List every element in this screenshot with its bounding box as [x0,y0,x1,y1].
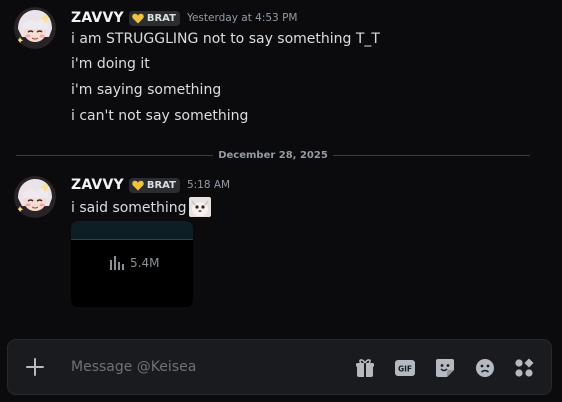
custom-emoji-icon[interactable] [188,197,211,217]
message-input[interactable] [71,354,331,380]
avatar[interactable] [14,176,56,218]
username[interactable]: ZAVVY [71,10,124,26]
plus-icon [26,358,44,376]
heart-badge-icon [132,180,144,191]
timestamp[interactable]: Yesterday at 4:53 PM [187,12,298,24]
avatar[interactable] [14,7,56,49]
message-composer: GIF [7,339,552,395]
timestamp[interactable]: 5:18 AM [187,179,230,191]
message-text: i am STRUGGLING not to say something T_T [71,31,380,47]
emoji-button[interactable] [474,357,496,379]
gif-button[interactable]: GIF [394,357,416,379]
sticker-button[interactable] [434,357,456,379]
add-attachment-button[interactable] [24,356,46,378]
media-preview [71,221,193,240]
gift-icon [356,359,374,377]
svg-text:GIF: GIF [398,365,412,374]
divider-line [332,154,531,156]
message-header: ZAVVY BRAT Yesterday at 4:53 PM [71,8,297,28]
sticker-icon [436,359,454,377]
guild-tag-label: BRAT [146,179,176,191]
apps-button[interactable] [513,357,535,379]
message-text: i'm doing it [71,56,150,72]
bar-chart-icon [109,256,125,270]
gif-icon: GIF [395,360,415,376]
message-text: i'm saying something [71,82,222,98]
message-text: i said something [71,200,187,216]
view-count: 5.4M [109,256,159,270]
message-text: i can't not say something [71,108,249,124]
divider-date: December 28, 2025 [218,149,328,161]
gift-button[interactable] [354,357,376,379]
guild-tag[interactable]: BRAT [128,10,180,26]
guild-tag-label: BRAT [146,12,176,24]
guild-tag[interactable]: BRAT [128,177,180,193]
apps-icon [515,358,534,377]
emoji-icon [476,359,494,377]
heart-badge-icon [132,13,144,24]
message-header: ZAVVY BRAT 5:18 AM [71,175,230,195]
view-count-value: 5.4M [130,256,160,270]
username[interactable]: ZAVVY [71,177,124,193]
chat-window: ZAVVY BRAT Yesterday at 4:53 PM i am STR… [0,0,562,402]
date-divider: December 28, 2025 [16,148,531,162]
divider-line [16,154,214,156]
media-embed[interactable]: 5.4M [71,221,193,307]
message-row: i said something [71,197,211,217]
